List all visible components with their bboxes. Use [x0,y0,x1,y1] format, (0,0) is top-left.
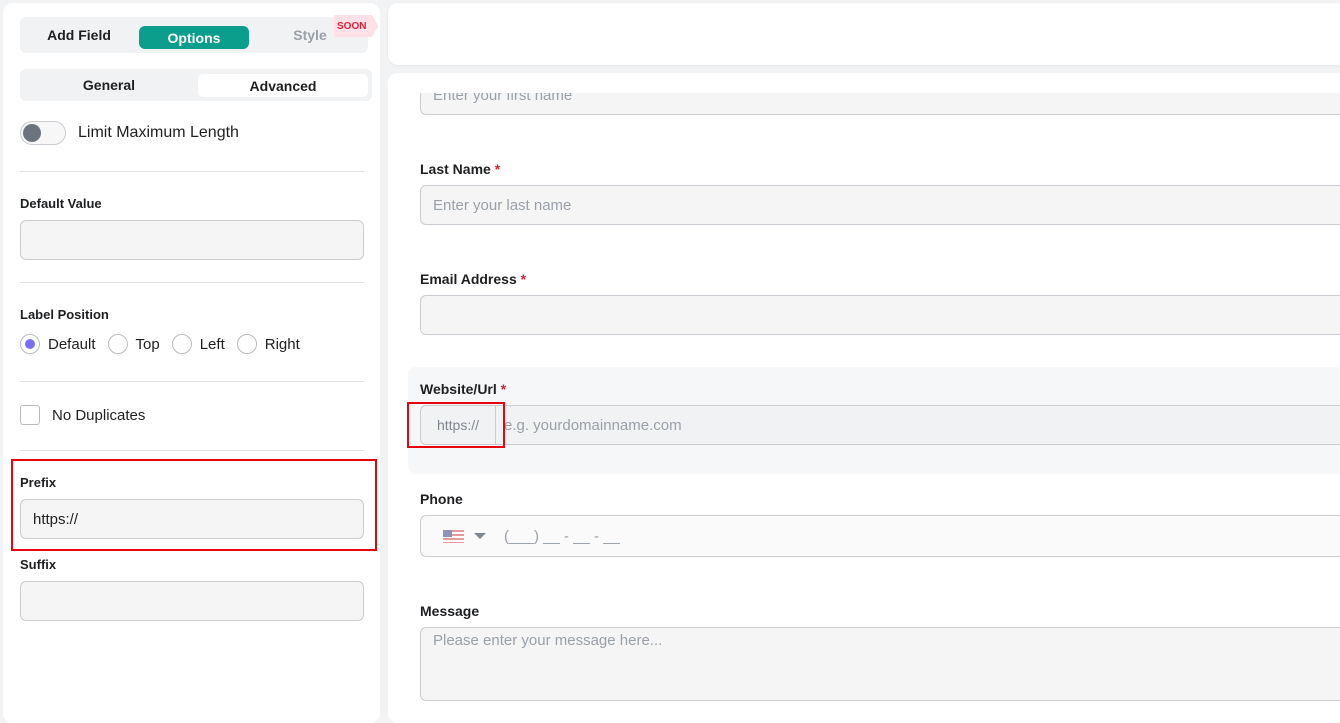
prefix-label: Prefix [20,475,57,490]
divider [20,171,364,172]
prefix-input[interactable]: https:// [20,499,364,539]
website-label: Website/Url * [420,381,507,397]
radio-top[interactable] [107,334,128,354]
limit-length-label: Limit Maximum Length [78,124,239,141]
last-name-label: Last Name * [420,161,501,177]
email-label: Email Address * [420,271,527,287]
divider [20,450,364,451]
message-textarea[interactable]: Please enter your message here... [420,627,1340,701]
divider [20,381,364,382]
first-name-field[interactable]: Enter your first name [420,93,1340,115]
suffix-label: Suffix [20,557,57,572]
us-flag-icon[interactable] [443,529,464,543]
chevron-down-icon[interactable] [474,533,486,539]
email-input[interactable] [420,295,1340,335]
radio-left[interactable] [171,334,192,354]
tab-options[interactable]: Options [139,26,249,49]
main-tabs: Add Field Options Style [20,17,368,53]
message-label: Message [420,603,480,619]
soon-badge: SOON [334,15,379,37]
first-name-input[interactable]: Enter your first name [420,93,1340,115]
radio-right[interactable] [236,334,257,354]
radio-default[interactable] [20,334,40,354]
tab-advanced[interactable]: Advanced [198,74,368,97]
divider [20,282,364,283]
editor-header [388,3,1340,65]
no-duplicates-checkbox[interactable] [20,405,40,425]
radio-left-label: Left [199,335,225,353]
suffix-input[interactable] [20,581,364,621]
last-name-input[interactable]: Enter your last name [420,185,1340,225]
radio-default-label: Default [48,335,96,353]
tab-add-field[interactable]: Add Field [20,17,138,53]
limit-length-toggle[interactable] [20,121,66,145]
phone-input-group[interactable]: (___) __ - __ - __ [420,515,1340,557]
prefix-preview-highlight [407,402,505,448]
website-input-group[interactable]: https:// e.g. yourdomainname.com [420,405,1340,445]
label-position-radios: Default Top Left Right [20,334,300,354]
default-value-label: Default Value [20,196,102,211]
sub-tabs: General Advanced [20,69,372,101]
tab-general[interactable]: General [20,69,198,101]
phone-label: Phone [420,491,463,507]
no-duplicates-label: No Duplicates [52,407,146,424]
phone-input[interactable]: (___) __ - __ - __ [504,528,620,545]
radio-top-label: Top [135,335,160,353]
default-value-input[interactable] [20,220,364,260]
radio-right-label: Right [264,335,300,353]
website-input[interactable]: e.g. yourdomainname.com [496,417,682,434]
label-position-label: Label Position [20,307,109,322]
